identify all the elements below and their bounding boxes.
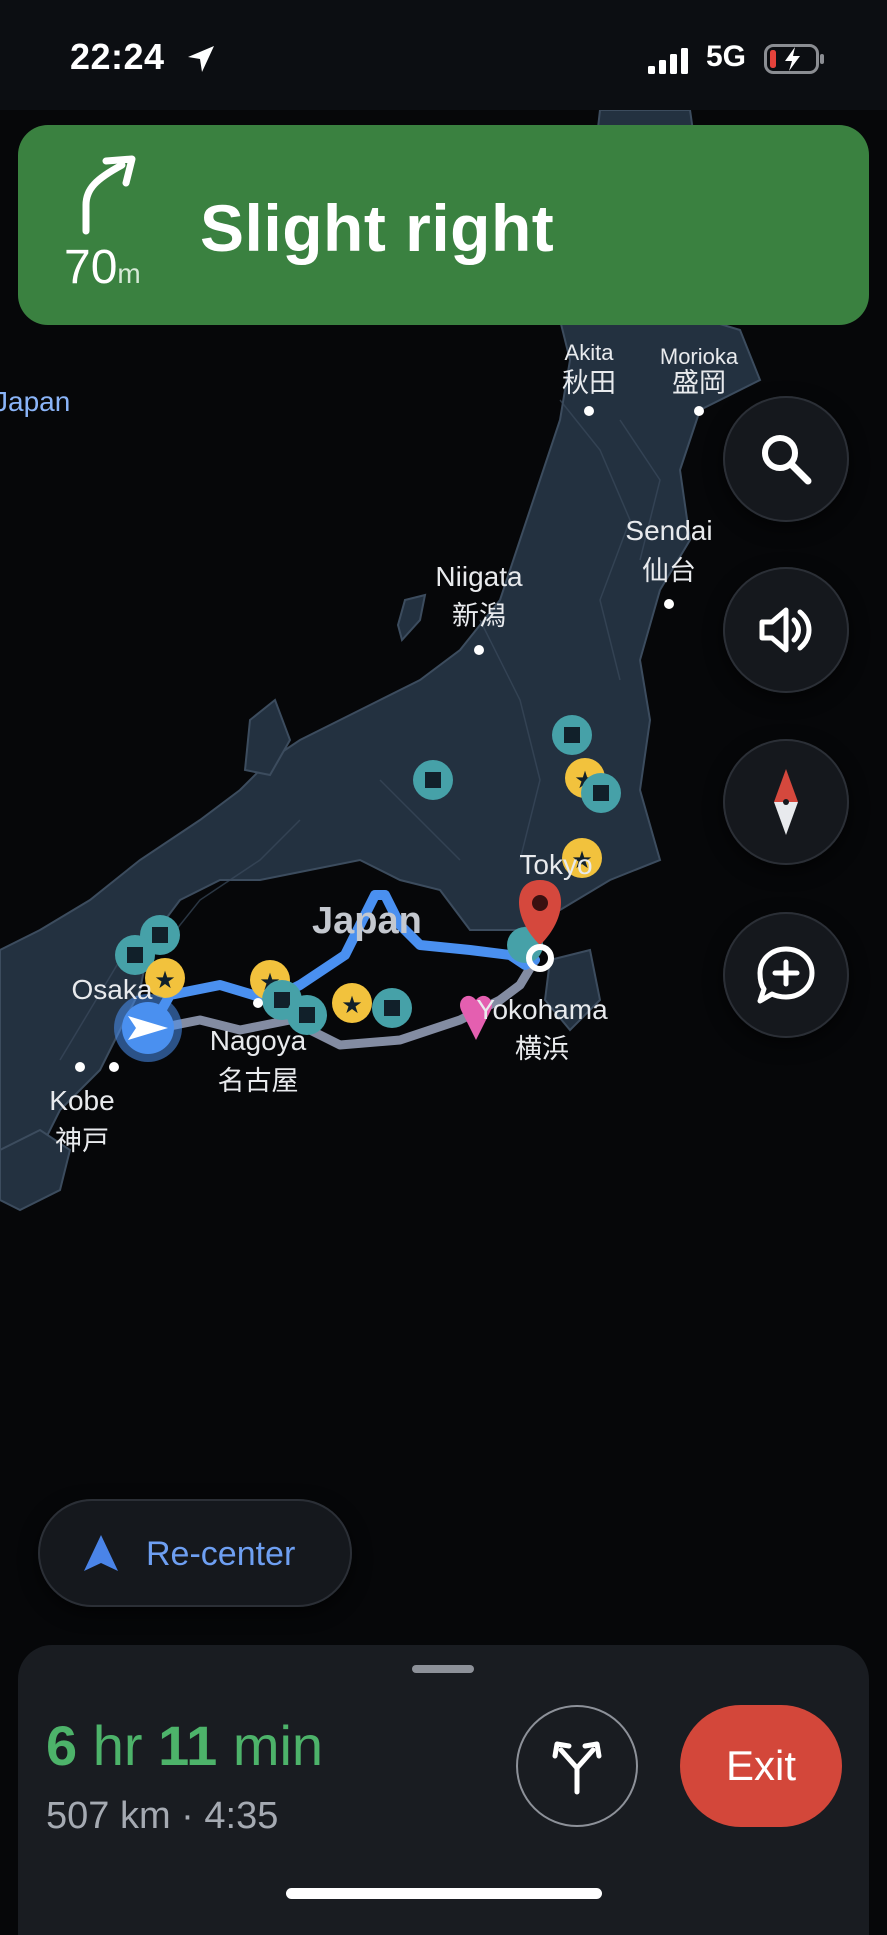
search-button[interactable] bbox=[723, 396, 849, 522]
search-icon bbox=[762, 435, 812, 485]
signal-icon bbox=[648, 48, 688, 74]
city-label-jp: 盛岡 bbox=[672, 368, 726, 399]
city-label-jp: 名古屋 bbox=[218, 1066, 299, 1097]
recenter-button[interactable]: Re-center bbox=[38, 1499, 352, 1607]
compass-button[interactable] bbox=[723, 739, 849, 865]
maneuver-distance: 70m bbox=[64, 240, 141, 295]
city-label-en: Akita bbox=[565, 340, 615, 365]
route-split-icon bbox=[552, 1741, 602, 1795]
compass-icon bbox=[774, 769, 798, 835]
home-indicator[interactable] bbox=[286, 1888, 602, 1899]
svg-text:★: ★ bbox=[341, 992, 363, 1019]
city-label-jp: 新潟 bbox=[452, 601, 506, 632]
status-time: 22:24 bbox=[70, 36, 165, 77]
land-label: Japan bbox=[312, 900, 422, 942]
location-arrow-icon bbox=[188, 46, 214, 72]
city-label-en: Kobe bbox=[49, 1085, 114, 1116]
city-label-en: Niigata bbox=[435, 561, 523, 592]
network-type: 5G bbox=[706, 40, 747, 73]
city-label-en: Sendai bbox=[625, 515, 712, 546]
place-marker[interactable] bbox=[372, 988, 412, 1028]
maneuver-instruction: Slight right bbox=[200, 191, 555, 265]
city-label-jp: 横浜 bbox=[515, 1034, 569, 1065]
city-label-jp: 神戸 bbox=[55, 1126, 109, 1157]
trip-distance-arrival: 507 km · 4:35 bbox=[46, 1795, 279, 1837]
city-label-en: Tokyo bbox=[519, 849, 592, 880]
city-label-en: Yokohama bbox=[476, 994, 608, 1025]
city-label-en: Morioka bbox=[660, 344, 739, 369]
add-report-icon bbox=[757, 946, 815, 1004]
volume-icon bbox=[759, 607, 812, 653]
maneuver-distance-unit: m bbox=[117, 258, 141, 289]
svg-text:★: ★ bbox=[154, 967, 176, 994]
alternate-routes-button[interactable] bbox=[516, 1705, 638, 1827]
add-report-button[interactable] bbox=[723, 912, 849, 1038]
slight-right-arrow-icon bbox=[82, 155, 136, 235]
sound-button[interactable] bbox=[723, 567, 849, 693]
maneuver-distance-value: 70 bbox=[64, 241, 118, 294]
place-marker[interactable] bbox=[413, 760, 453, 800]
battery-charging-icon bbox=[764, 44, 824, 74]
recenter-label: Re-center bbox=[146, 1535, 296, 1573]
city-label-en: Osaka bbox=[72, 974, 153, 1005]
eta-minutes: 11 bbox=[158, 1714, 218, 1777]
sheet-drag-handle[interactable] bbox=[412, 1665, 474, 1673]
city-label-jp: 仙台 bbox=[642, 556, 696, 587]
place-marker[interactable] bbox=[552, 715, 592, 755]
status-bar: 22:24 5G bbox=[0, 0, 887, 110]
eta-minutes-unit: min bbox=[232, 1714, 324, 1777]
place-marker[interactable] bbox=[581, 773, 621, 813]
navigation-arrow-icon bbox=[84, 1535, 118, 1571]
eta-hours: 6 bbox=[46, 1714, 78, 1777]
eta-duration: 6 hr 11 min bbox=[46, 1713, 323, 1778]
eta-hours-unit: hr bbox=[92, 1714, 143, 1777]
place-marker[interactable]: ★ bbox=[332, 983, 372, 1023]
sea-label: Japan bbox=[0, 386, 70, 417]
city-label-jp: 秋田 bbox=[562, 368, 616, 399]
exit-button[interactable]: Exit bbox=[680, 1705, 842, 1827]
city-label-en: Nagoya bbox=[210, 1025, 307, 1056]
